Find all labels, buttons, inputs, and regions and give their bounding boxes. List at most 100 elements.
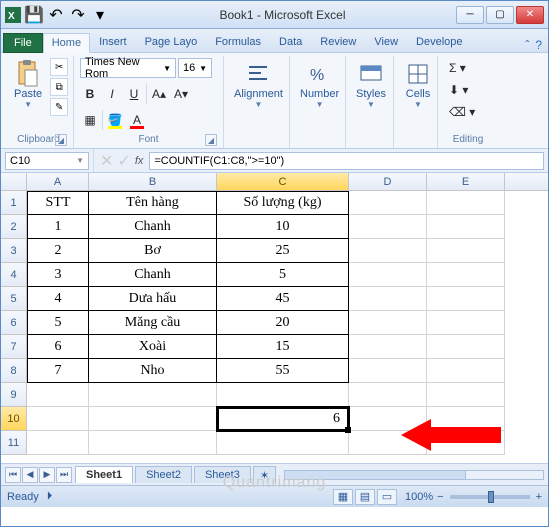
cell-d2[interactable] [349, 215, 427, 239]
cell-b8[interactable]: Nho [89, 359, 217, 383]
cell-b3[interactable]: Bơ [89, 239, 217, 263]
cell-c4[interactable]: 5 [217, 263, 349, 287]
cell-d4[interactable] [349, 263, 427, 287]
fx-icon[interactable]: fx [135, 155, 144, 167]
cell-c9[interactable] [217, 383, 349, 407]
cell-b5[interactable]: Dưa hấu [89, 287, 217, 311]
cell-c8[interactable]: 55 [217, 359, 349, 383]
sheet-nav-prev[interactable]: ◀ [22, 467, 38, 483]
bold-button[interactable]: B [80, 84, 100, 104]
cell-b4[interactable]: Chanh [89, 263, 217, 287]
sheet-tab-3[interactable]: Sheet3 [194, 466, 251, 483]
help-icon[interactable]: ? [535, 38, 542, 52]
tab-view[interactable]: View [365, 32, 407, 52]
select-all-corner[interactable] [1, 173, 27, 190]
cell-c3[interactable]: 25 [217, 239, 349, 263]
cell-c11[interactable] [217, 431, 349, 455]
cell-d5[interactable] [349, 287, 427, 311]
cell-c7[interactable]: 15 [217, 335, 349, 359]
font-size-select[interactable]: 16▼ [178, 58, 212, 78]
row-head-9[interactable]: 9 [1, 383, 27, 407]
cell-b6[interactable]: Măng cầu [89, 311, 217, 335]
borders-button[interactable]: ▦ [80, 110, 100, 130]
cell-a8[interactable]: 7 [27, 359, 89, 383]
cell-a3[interactable]: 2 [27, 239, 89, 263]
sheet-nav-last[interactable]: ⏭ [56, 467, 72, 483]
cell-e4[interactable] [427, 263, 505, 287]
tab-home[interactable]: Home [43, 33, 90, 53]
zoom-level[interactable]: 100% [405, 491, 433, 503]
close-button[interactable]: ✕ [516, 6, 544, 24]
number-button[interactable]: %Number▼ [296, 58, 343, 111]
redo-button[interactable]: ↷ [69, 6, 87, 24]
cell-a1[interactable]: STT [27, 191, 89, 215]
cell-d9[interactable] [349, 383, 427, 407]
page-break-view-button[interactable]: ▭ [377, 489, 397, 505]
zoom-out-button[interactable]: − [437, 491, 443, 503]
normal-view-button[interactable]: ▦ [333, 489, 353, 505]
col-head-d[interactable]: D [349, 173, 427, 190]
tab-developer[interactable]: Develope [407, 32, 471, 52]
clipboard-launcher[interactable]: ◢ [55, 134, 67, 146]
col-head-c[interactable]: C [217, 173, 349, 190]
tab-page-layout[interactable]: Page Layo [136, 32, 207, 52]
cell-e8[interactable] [427, 359, 505, 383]
zoom-in-button[interactable]: + [536, 491, 542, 503]
name-box[interactable]: C10▼ [5, 152, 89, 170]
paste-button[interactable]: Paste ▼ [10, 58, 46, 111]
row-head-4[interactable]: 4 [1, 263, 27, 287]
col-head-e[interactable]: E [427, 173, 505, 190]
cell-e6[interactable] [427, 311, 505, 335]
cut-button[interactable]: ✂ [50, 58, 68, 76]
cell-d3[interactable] [349, 239, 427, 263]
sheet-tab-1[interactable]: Sheet1 [75, 466, 133, 483]
font-name-select[interactable]: Times New Rom▼ [80, 58, 176, 78]
cell-e1[interactable] [427, 191, 505, 215]
col-head-a[interactable]: A [27, 173, 89, 190]
row-head-2[interactable]: 2 [1, 215, 27, 239]
col-head-b[interactable]: B [89, 173, 217, 190]
formula-input[interactable]: =COUNTIF(C1:C8,">=10") [149, 152, 544, 170]
minimize-button[interactable]: ─ [456, 6, 484, 24]
styles-button[interactable]: Styles▼ [352, 58, 390, 111]
decrease-font-button[interactable]: A▾ [171, 84, 191, 104]
fill-color-button[interactable]: 🪣 [105, 110, 125, 130]
row-head-10[interactable]: 10 [1, 407, 27, 431]
cell-e5[interactable] [427, 287, 505, 311]
fill-button[interactable]: ⬇ ▾ [444, 80, 473, 100]
cell-a2[interactable]: 1 [27, 215, 89, 239]
tab-review[interactable]: Review [311, 32, 365, 52]
cell-d1[interactable] [349, 191, 427, 215]
qat-customize-icon[interactable]: ▾ [91, 6, 109, 24]
cell-b10[interactable] [89, 407, 217, 431]
cell-b7[interactable]: Xoài [89, 335, 217, 359]
cell-e3[interactable] [427, 239, 505, 263]
row-head-3[interactable]: 3 [1, 239, 27, 263]
row-head-11[interactable]: 11 [1, 431, 27, 455]
autosum-button[interactable]: Σ ▾ [444, 58, 471, 78]
format-painter-button[interactable]: ✎ [50, 98, 68, 116]
cell-c5[interactable]: 45 [217, 287, 349, 311]
cell-b2[interactable]: Chanh [89, 215, 217, 239]
macro-record-icon[interactable]: ⏵ [47, 490, 53, 503]
cell-d7[interactable] [349, 335, 427, 359]
cell-c1[interactable]: Số lượng (kg) [217, 191, 349, 215]
clear-button[interactable]: ⌫ ▾ [444, 102, 480, 122]
cell-a7[interactable]: 6 [27, 335, 89, 359]
font-launcher[interactable]: ◢ [205, 134, 217, 146]
minimize-ribbon-icon[interactable]: ˆ [525, 38, 529, 52]
copy-button[interactable]: ⧉ [50, 78, 68, 96]
cell-c6[interactable]: 20 [217, 311, 349, 335]
cell-b1[interactable]: Tên hàng [89, 191, 217, 215]
page-layout-view-button[interactable]: ▤ [355, 489, 375, 505]
worksheet-grid[interactable]: A B C D E 1 STT Tên hàng Số lượng (kg) 2… [1, 173, 548, 463]
cell-b9[interactable] [89, 383, 217, 407]
font-color-button[interactable]: A [127, 110, 147, 130]
cell-c2[interactable]: 10 [217, 215, 349, 239]
sheet-nav-first[interactable]: ⏮ [5, 467, 21, 483]
cells-button[interactable]: Cells▼ [400, 58, 436, 111]
tab-insert[interactable]: Insert [90, 32, 136, 52]
cell-d6[interactable] [349, 311, 427, 335]
tab-formulas[interactable]: Formulas [206, 32, 270, 52]
row-head-5[interactable]: 5 [1, 287, 27, 311]
